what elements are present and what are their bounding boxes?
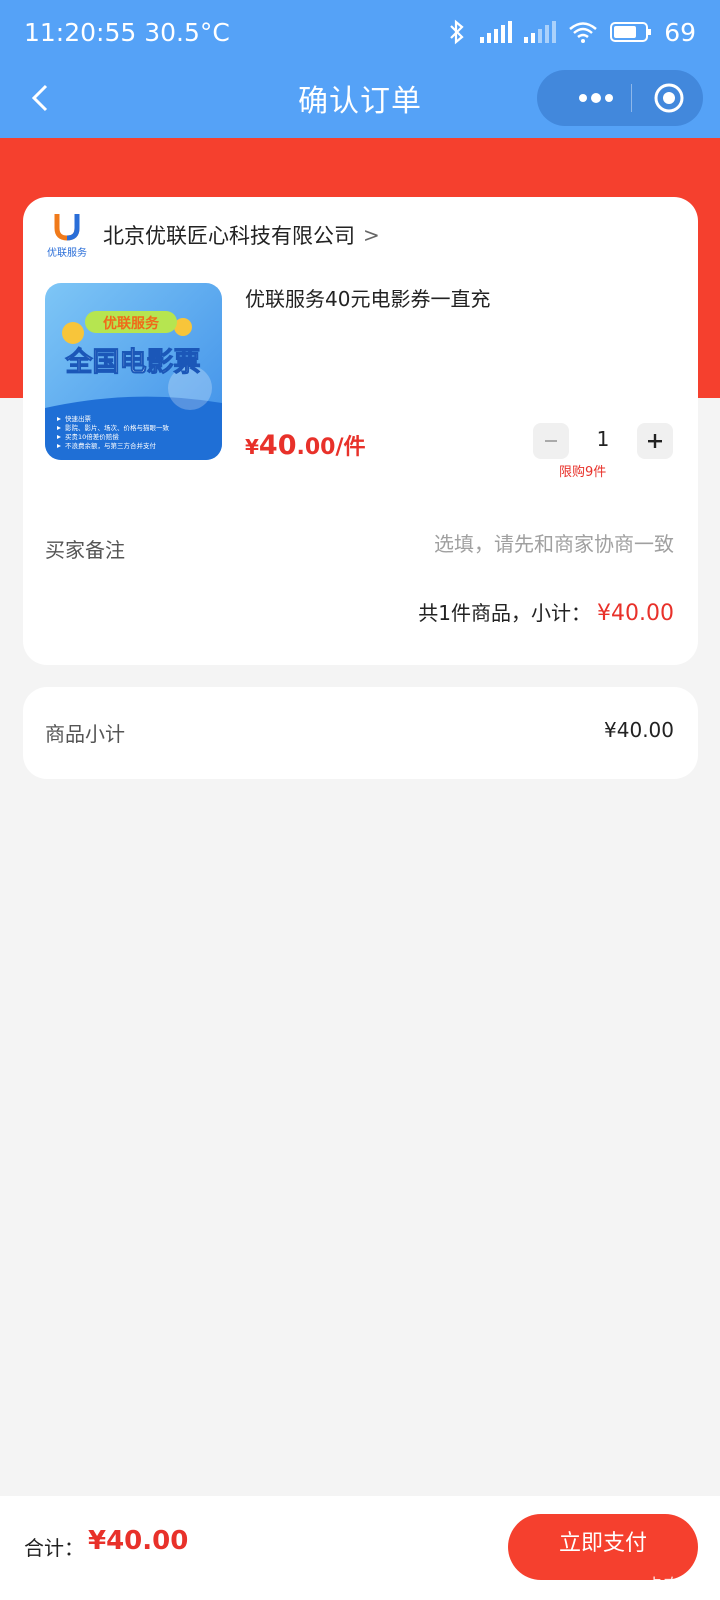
price-currency: ¥: [245, 435, 259, 459]
thumb-bullet-1: 快速出票: [65, 414, 92, 423]
shop-name: 北京优联匠心科技有限公司: [103, 224, 355, 248]
miniprogram-capsule: [537, 70, 703, 126]
shop-logo-icon: [54, 214, 80, 241]
status-bar: 11:20:55 30.5°C 69: [24, 14, 696, 50]
more-button[interactable]: [561, 80, 631, 116]
goods-subtotal-label: 商品小计: [45, 722, 125, 746]
battery-level: 69: [664, 17, 696, 47]
wifi-icon: [569, 22, 597, 43]
app-header: 11:20:55 30.5°C 69 确认订单: [0, 0, 720, 138]
subtotal-line: 共1件商品，小计： ¥40.00: [418, 597, 674, 626]
total-label: 合计：: [24, 1536, 84, 1560]
remark-input[interactable]: [344, 532, 674, 556]
quantity-stepper: 1: [533, 423, 673, 463]
price-decimal: .00/件: [296, 435, 366, 460]
signal-icon: [480, 21, 513, 43]
status-left: 11:20:55 30.5°C: [24, 18, 230, 47]
product-price: ¥40.00/件: [245, 429, 366, 461]
checkout-bar: 合计： ¥40.00 立即支付 卡农社区: [0, 1496, 720, 1600]
subtotal-label: 共1件商品，小计：: [418, 601, 592, 625]
close-miniprogram-button[interactable]: [643, 80, 695, 116]
watermark: 卡农社区: [646, 1576, 714, 1596]
movie-ticket-image: 优联服务 全国电影票 快速出票 影院、影片、场次、价格与猫眼一致 买贵10倍差价…: [45, 283, 222, 460]
thumb-bullet-4: 不浪费余额，与第三方合并支付: [65, 441, 157, 450]
decrease-button[interactable]: [533, 423, 569, 459]
bluetooth-icon: [450, 19, 464, 45]
battery-icon: [610, 22, 652, 42]
plus-icon: [648, 434, 662, 448]
price-integer: 40: [258, 430, 297, 461]
target-circle-icon: [654, 83, 684, 113]
minus-icon: [545, 440, 557, 442]
chevron-right-icon: >: [363, 223, 380, 247]
thumb-headline: 全国电影票: [65, 346, 201, 378]
order-card: 优联服务 北京优联匠心科技有限公司 > 优联服务 全国电影票 快速出票 影院、影…: [23, 197, 698, 665]
status-icons: 69: [446, 18, 696, 47]
remark-label: 买家备注: [45, 538, 125, 562]
quantity-value[interactable]: 1: [583, 427, 623, 451]
shop-row[interactable]: 优联服务 北京优联匠心科技有限公司 >: [47, 211, 380, 259]
thumb-bullet-2: 影院、影片、场次、价格与猫眼一致: [65, 423, 170, 432]
increase-button[interactable]: [637, 423, 673, 459]
pay-now-label: 立即支付: [558, 1531, 647, 1556]
total-value: ¥40.00: [88, 1526, 189, 1556]
shop-logo-text: 优联服务: [47, 248, 87, 259]
shop-logo: 优联服务: [47, 212, 87, 259]
nav-bar: 确认订单: [0, 70, 720, 126]
product-title: 优联服务40元电影券一直充: [245, 287, 491, 311]
subtotal-amount: ¥40.00: [597, 601, 674, 626]
product-thumbnail[interactable]: 优联服务 全国电影票 快速出票 影院、影片、场次、价格与猫眼一致 买贵10倍差价…: [45, 283, 222, 460]
thumb-bullet-3: 买贵10倍差价赔偿: [65, 432, 119, 441]
signal-icon-secondary: [524, 21, 557, 43]
status-time: 11:20:55: [24, 17, 137, 47]
more-dots-icon: [579, 93, 613, 103]
goods-subtotal-value: ¥40.00: [604, 718, 674, 742]
purchase-limit: 限购9件: [559, 465, 607, 480]
capsule-divider: [631, 84, 632, 112]
status-temperature: 30.5°C: [144, 17, 230, 47]
thumb-badge: 优联服务: [103, 315, 160, 332]
goods-summary-card: 商品小计 ¥40.00: [23, 687, 698, 779]
